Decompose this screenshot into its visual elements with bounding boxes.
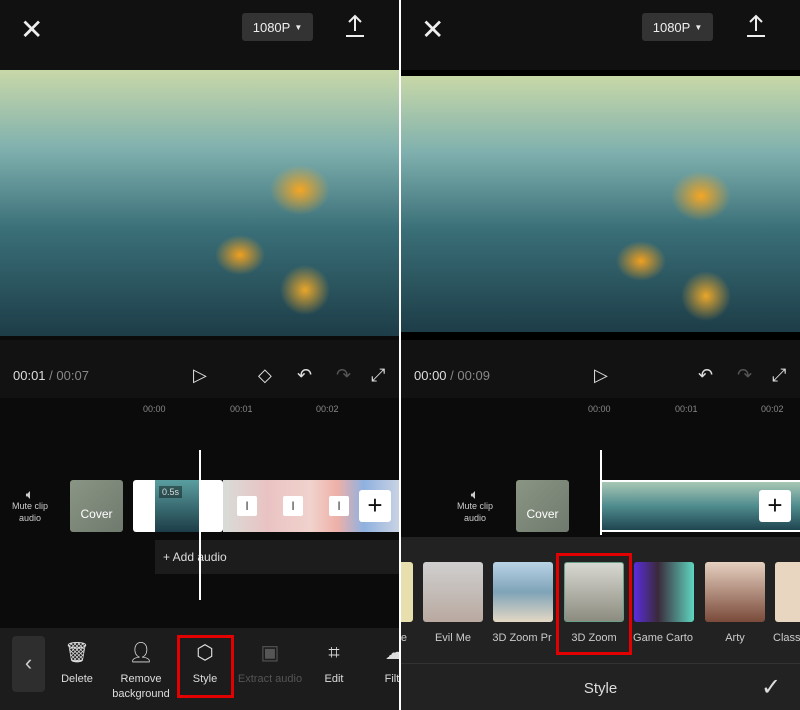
ruler-tick: 00:00 — [143, 404, 166, 414]
panel-title: Style — [583, 680, 618, 697]
resolution-dropdown[interactable]: 1080P ▼ — [242, 13, 313, 41]
add-clip-button[interactable]: + — [359, 490, 391, 522]
style-thumbnail[interactable] — [775, 562, 800, 622]
check-icon[interactable]: ✓ — [761, 673, 781, 702]
video-preview — [0, 70, 399, 336]
close-icon[interactable]: ✕ — [20, 16, 43, 44]
highlight-box — [556, 553, 632, 655]
edit-button[interactable]: ⌗ Edit — [299, 642, 369, 687]
ruler-tick: 00:01 — [230, 404, 253, 414]
undo-icon[interactable]: ↶ — [698, 366, 713, 384]
export-icon[interactable] — [745, 14, 767, 38]
play-icon[interactable]: ▷ — [193, 366, 207, 384]
playhead[interactable] — [199, 450, 201, 600]
cover-button[interactable]: Cover — [70, 480, 123, 532]
style-label: Game Carto — [633, 632, 693, 644]
ruler-tick: 00:01 — [675, 404, 698, 414]
add-audio-button[interactable]: + Add audio — [155, 540, 399, 574]
highlight-box — [177, 635, 234, 698]
export-icon[interactable] — [344, 14, 366, 38]
redo-icon[interactable]: ↷ — [336, 366, 351, 384]
transition-button[interactable]: I — [283, 496, 303, 516]
filter-icon: ☁︎ — [385, 642, 399, 664]
playback-controls: 00:01 / 00:07 ▷ ◇ ↶ ↷ ⤢ — [0, 340, 399, 398]
delete-button[interactable]: 🗑︎ Delete — [42, 642, 112, 687]
crop-icon: ⌗ — [328, 642, 340, 664]
video-preview — [401, 76, 800, 332]
top-bar: ✕ 1080P ▼ — [0, 0, 399, 70]
mute-clip-audio-button[interactable]: 🔈︎ Mute clip audio — [8, 486, 52, 524]
style-thumbnail[interactable] — [634, 562, 694, 622]
extract-audio-button: ▣ Extract audio — [234, 642, 306, 687]
keyframe-icon[interactable]: ◇ — [258, 366, 272, 384]
caret-down-icon: ▼ — [694, 22, 703, 32]
redo-icon[interactable]: ↷ — [737, 366, 752, 384]
remove-background-icon: 👤︎ — [128, 642, 154, 664]
clip-thumbnail: 0.5s — [155, 480, 200, 532]
style-thumbnail[interactable] — [493, 562, 553, 622]
mute-clip-audio-button[interactable]: 🔈︎ Mute clip audio — [453, 486, 497, 524]
speaker-icon: 🔈︎ — [470, 486, 480, 502]
remove-background-button[interactable]: 👤︎ Remove background — [106, 642, 176, 702]
style-label: Class — [773, 632, 800, 644]
back-button[interactable]: ‹ — [12, 636, 45, 692]
transition-button[interactable]: I — [329, 496, 349, 516]
caret-down-icon: ▼ — [294, 22, 303, 32]
playhead[interactable] — [600, 450, 602, 535]
time-display: 00:00 / 00:09 — [414, 368, 490, 383]
editor-panel-left: ✕ 1080P ▼ 00:01 / 00:07 ▷ ◇ ↶ ↷ ⤢ 00:00 0… — [0, 0, 399, 710]
style-label: 3D Zoom Pr — [492, 632, 552, 644]
playback-controls: 00:00 / 00:09 ▷ ↶ ↷ ⤢ — [401, 340, 800, 398]
trash-icon: 🗑︎ — [64, 642, 90, 664]
play-icon[interactable]: ▷ — [594, 366, 608, 384]
ruler-tick: 00:00 — [588, 404, 611, 414]
style-label: Arty — [725, 632, 745, 644]
speaker-icon: 🔈︎ — [25, 486, 35, 502]
extract-audio-icon: ▣ — [260, 642, 280, 664]
fullscreen-icon[interactable]: ⤢ — [772, 366, 786, 384]
style-thumbnail[interactable] — [401, 562, 413, 622]
editor-panel-right: ✕ 1080P ▼ 00:00 / 00:09 ▷ ↶ ↷ ⤢ 00:00 00:… — [401, 0, 800, 710]
fullscreen-icon[interactable]: ⤢ — [371, 366, 385, 384]
undo-icon[interactable]: ↶ — [297, 366, 312, 384]
add-clip-button[interactable]: + — [759, 490, 791, 522]
transition-button[interactable]: I — [237, 496, 257, 516]
style-label: e — [401, 632, 407, 644]
selected-clip[interactable]: 0.5s — [133, 480, 223, 532]
style-label: Evil Me — [434, 632, 472, 644]
ruler-tick: 00:02 — [761, 404, 784, 414]
top-bar: ✕ 1080P ▼ — [401, 0, 800, 70]
close-icon[interactable]: ✕ — [421, 16, 444, 44]
filter-button[interactable]: ☁︎Filte — [360, 642, 399, 687]
time-display: 00:01 / 00:07 — [13, 368, 89, 383]
cover-button[interactable]: Cover — [516, 480, 569, 532]
divider — [401, 663, 800, 664]
ruler-tick: 00:02 — [316, 404, 339, 414]
style-thumbnail[interactable] — [705, 562, 765, 622]
style-thumbnail[interactable] — [423, 562, 483, 622]
resolution-dropdown[interactable]: 1080P ▼ — [642, 13, 713, 41]
